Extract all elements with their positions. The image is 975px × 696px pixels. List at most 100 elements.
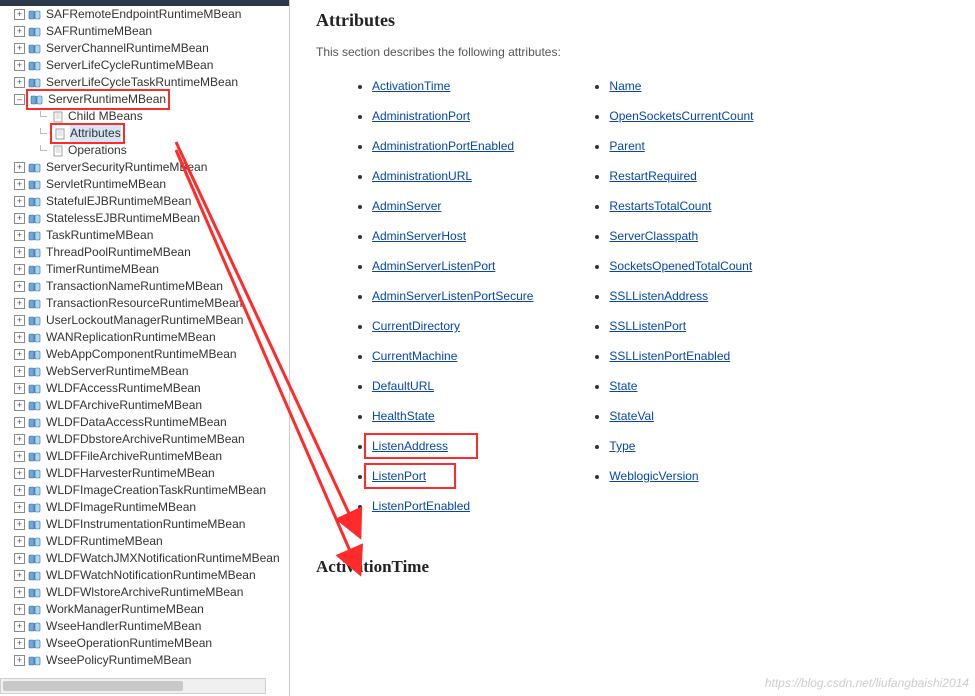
tree-item-label[interactable]: WseeHandlerRuntimeMBean: [46, 618, 201, 635]
tree-item-label[interactable]: TimerRuntimeMBean: [46, 261, 159, 278]
tree-expand-icon[interactable]: [14, 349, 25, 360]
attribute-link[interactable]: SSLListenPortEnabled: [609, 349, 730, 363]
tree-item-label[interactable]: WorkManagerRuntimeMBean: [46, 601, 204, 618]
attribute-link[interactable]: AdminServer: [372, 199, 441, 213]
tree-item-label[interactable]: WLDFImageRuntimeMBean: [46, 499, 196, 516]
tree-item[interactable]: ServerChannelRuntimeMBean: [14, 40, 289, 57]
attribute-link[interactable]: ListenPort: [372, 469, 426, 483]
attribute-link[interactable]: WeblogicVersion: [609, 469, 698, 483]
tree-item-label[interactable]: ServerLifeCycleRuntimeMBean: [46, 57, 213, 74]
tree-item-label[interactable]: WLDFWatchJMXNotificationRuntimeMBean: [46, 550, 280, 567]
tree-item-label[interactable]: WLDFDataAccessRuntimeMBean: [46, 414, 227, 431]
tree-item[interactable]: WLDFWatchNotificationRuntimeMBean: [14, 567, 289, 584]
attribute-link[interactable]: SSLListenPort: [609, 319, 686, 333]
tree-item-label[interactable]: WLDFRuntimeMBean: [46, 533, 163, 550]
attribute-link[interactable]: ListenPortEnabled: [372, 499, 470, 513]
attribute-link[interactable]: ServerClasspath: [609, 229, 698, 243]
tree-expand-icon[interactable]: [14, 196, 25, 207]
tree-item[interactable]: ServerRuntimeMBean: [14, 91, 289, 108]
tree-expand-icon[interactable]: [14, 536, 25, 547]
tree-item[interactable]: TransactionResourceRuntimeMBean: [14, 295, 289, 312]
tree-item-label[interactable]: StatelessEJBRuntimeMBean: [46, 210, 200, 227]
tree-item[interactable]: WebServerRuntimeMBean: [14, 363, 289, 380]
tree-item[interactable]: Operations: [14, 142, 289, 159]
tree-expand-icon[interactable]: [14, 60, 25, 71]
tree-item[interactable]: StatelessEJBRuntimeMBean: [14, 210, 289, 227]
attribute-link[interactable]: DefaultURL: [372, 379, 434, 393]
tree-item[interactable]: ServletRuntimeMBean: [14, 176, 289, 193]
tree-item[interactable]: TaskRuntimeMBean: [14, 227, 289, 244]
tree-item-label[interactable]: SAFRuntimeMBean: [46, 23, 152, 40]
tree-expand-icon[interactable]: [14, 638, 25, 649]
attribute-link[interactable]: State: [609, 379, 637, 393]
tree-item-label[interactable]: SAFRemoteEndpointRuntimeMBean: [46, 6, 241, 23]
tree-item-label[interactable]: WLDFDbstoreArchiveRuntimeMBean: [46, 431, 245, 448]
tree-expand-icon[interactable]: [14, 655, 25, 666]
tree-expand-icon[interactable]: [14, 332, 25, 343]
tree-item[interactable]: WLDFHarvesterRuntimeMBean: [14, 465, 289, 482]
attribute-link[interactable]: Name: [609, 79, 641, 93]
tree-item-label[interactable]: Operations: [68, 142, 127, 159]
attribute-link[interactable]: AdminServerListenPortSecure: [372, 289, 533, 303]
tree-expand-icon[interactable]: [14, 417, 25, 428]
attribute-link[interactable]: HealthState: [372, 409, 435, 423]
attribute-link[interactable]: CurrentDirectory: [372, 319, 460, 333]
tree-item-label[interactable]: UserLockoutManagerRuntimeMBean: [46, 312, 243, 329]
tree-item[interactable]: WebAppComponentRuntimeMBean: [14, 346, 289, 363]
tree-item-label[interactable]: WLDFWlstoreArchiveRuntimeMBean: [46, 584, 243, 601]
tree-item[interactable]: ThreadPoolRuntimeMBean: [14, 244, 289, 261]
tree-item[interactable]: WseePolicyRuntimeMBean: [14, 652, 289, 669]
tree-expand-icon[interactable]: [14, 247, 25, 258]
tree-item[interactable]: WLDFDbstoreArchiveRuntimeMBean: [14, 431, 289, 448]
tree-item[interactable]: WLDFAccessRuntimeMBean: [14, 380, 289, 397]
tree-item[interactable]: Attributes: [14, 125, 289, 142]
tree-item-label[interactable]: WLDFInstrumentationRuntimeMBean: [46, 516, 245, 533]
tree-expand-icon[interactable]: [14, 519, 25, 530]
tree-item-label[interactable]: ServerRuntimeMBean: [48, 91, 166, 108]
tree-item[interactable]: WANReplicationRuntimeMBean: [14, 329, 289, 346]
tree-item[interactable]: TimerRuntimeMBean: [14, 261, 289, 278]
tree-item-label[interactable]: WebServerRuntimeMBean: [46, 363, 189, 380]
horizontal-scrollbar[interactable]: [0, 678, 266, 694]
attribute-link[interactable]: OpenSocketsCurrentCount: [609, 109, 753, 123]
attribute-link[interactable]: ActivationTime: [372, 79, 450, 93]
tree-item-label[interactable]: TransactionNameRuntimeMBean: [46, 278, 223, 295]
tree-item[interactable]: WLDFDataAccessRuntimeMBean: [14, 414, 289, 431]
tree-expand-icon[interactable]: [14, 94, 25, 105]
tree-expand-icon[interactable]: [14, 400, 25, 411]
attribute-link[interactable]: AdministrationPortEnabled: [372, 139, 514, 153]
tree-expand-icon[interactable]: [14, 298, 25, 309]
tree-item[interactable]: TransactionNameRuntimeMBean: [14, 278, 289, 295]
tree-expand-icon[interactable]: [14, 366, 25, 377]
tree-expand-icon[interactable]: [14, 43, 25, 54]
tree-item[interactable]: WLDFWatchJMXNotificationRuntimeMBean: [14, 550, 289, 567]
tree-item[interactable]: UserLockoutManagerRuntimeMBean: [14, 312, 289, 329]
tree-item-label[interactable]: WseeOperationRuntimeMBean: [46, 635, 212, 652]
tree-item[interactable]: WLDFInstrumentationRuntimeMBean: [14, 516, 289, 533]
attribute-link[interactable]: Parent: [609, 139, 644, 153]
tree-item-label[interactable]: WLDFHarvesterRuntimeMBean: [46, 465, 215, 482]
tree-item-label[interactable]: Attributes: [70, 125, 121, 142]
tree-item-label[interactable]: WLDFFileArchiveRuntimeMBean: [46, 448, 222, 465]
tree-item-label[interactable]: ServerSecurityRuntimeMBean: [46, 159, 207, 176]
tree-item-label[interactable]: WLDFArchiveRuntimeMBean: [46, 397, 202, 414]
tree-item[interactable]: WLDFRuntimeMBean: [14, 533, 289, 550]
attribute-link[interactable]: CurrentMachine: [372, 349, 457, 363]
tree-item-label[interactable]: ServletRuntimeMBean: [46, 176, 166, 193]
tree-item-label[interactable]: ServerChannelRuntimeMBean: [46, 40, 209, 57]
tree-expand-icon[interactable]: [14, 230, 25, 241]
tree-expand-icon[interactable]: [14, 179, 25, 190]
tree-expand-icon[interactable]: [14, 9, 25, 20]
tree-expand-icon[interactable]: [14, 502, 25, 513]
tree-item-label[interactable]: WLDFWatchNotificationRuntimeMBean: [46, 567, 256, 584]
attribute-link[interactable]: RestartRequired: [609, 169, 696, 183]
tree-expand-icon[interactable]: [14, 281, 25, 292]
tree-item[interactable]: ServerSecurityRuntimeMBean: [14, 159, 289, 176]
tree-item[interactable]: WLDFFileArchiveRuntimeMBean: [14, 448, 289, 465]
attribute-link[interactable]: StateVal: [609, 409, 653, 423]
attribute-link[interactable]: AdministrationURL: [372, 169, 472, 183]
tree-expand-icon[interactable]: [14, 383, 25, 394]
tree-expand-icon[interactable]: [14, 77, 25, 88]
tree-expand-icon[interactable]: [14, 264, 25, 275]
attribute-link[interactable]: AdministrationPort: [372, 109, 470, 123]
